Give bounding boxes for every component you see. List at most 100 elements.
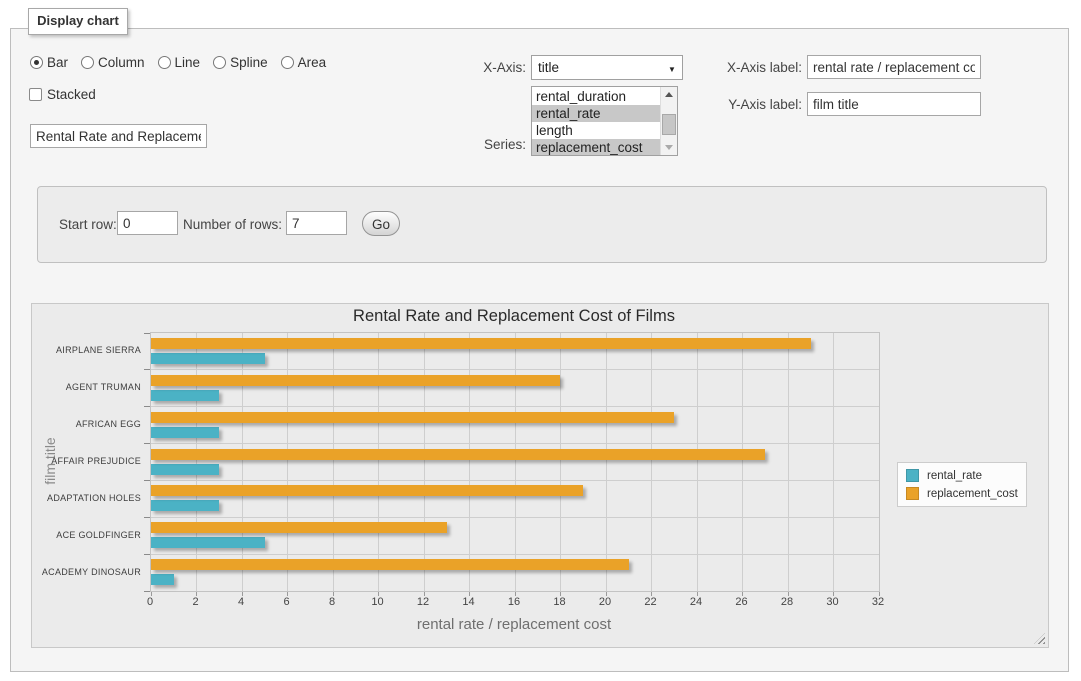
- scrollbar-thumb[interactable]: [662, 114, 676, 135]
- start-row-label: Start row:: [59, 217, 117, 232]
- x-tick-label: 16: [494, 596, 534, 608]
- series-option-rental_duration[interactable]: rental_duration: [532, 88, 660, 105]
- radio-label: Spline: [230, 55, 268, 70]
- legend-label: replacement_cost: [927, 488, 1018, 500]
- x-axis-label: X-Axis:: [440, 60, 526, 75]
- chart-title-input[interactable]: [30, 124, 207, 148]
- y-tick-mark: [144, 369, 150, 370]
- category-label: ACADEMY DINOSAUR: [32, 553, 141, 590]
- stacked-checkbox-row[interactable]: Stacked: [29, 87, 96, 102]
- bar-rental_rate: [151, 353, 265, 364]
- bar-replacement_cost: [151, 338, 811, 349]
- chart-container: Rental Rate and Replacement Cost of Film…: [31, 303, 1049, 648]
- x-tick-label: 28: [767, 596, 807, 608]
- gridline: [833, 333, 834, 591]
- x-tick-label: 10: [358, 596, 398, 608]
- chevron-down-icon: [662, 59, 682, 77]
- series-option-replacement_cost[interactable]: replacement_cost: [532, 139, 660, 156]
- gridline: [788, 333, 789, 591]
- radio-label: Area: [298, 55, 327, 70]
- plot-area: [150, 332, 880, 592]
- legend-item: replacement_cost: [906, 487, 1018, 500]
- category-label: AFFAIR PREJUDICE: [32, 443, 141, 480]
- radio-label: Line: [175, 55, 201, 70]
- x-tick-label: 0: [130, 596, 170, 608]
- gridline: [151, 480, 879, 481]
- category-label: AGENT TRUMAN: [32, 369, 141, 406]
- chart-type-option-spline[interactable]: Spline: [213, 55, 268, 70]
- x-tick-label: 4: [221, 596, 261, 608]
- gridline: [742, 333, 743, 591]
- category-labels: AIRPLANE SIERRAAGENT TRUMANAFRICAN EGGAF…: [32, 332, 141, 590]
- x-tick-label: 2: [176, 596, 216, 608]
- gridline: [697, 333, 698, 591]
- bar-replacement_cost: [151, 559, 629, 570]
- gridline: [151, 369, 879, 370]
- bar-rental_rate: [151, 500, 219, 511]
- radio-label: Bar: [47, 55, 68, 70]
- series-option-length[interactable]: length: [532, 122, 660, 139]
- y-axis-label-input[interactable]: [807, 92, 981, 116]
- x-tick-label: 24: [676, 596, 716, 608]
- chart-type-radios: Bar Column Line Spline Area: [30, 55, 326, 70]
- y-tick-mark: [144, 517, 150, 518]
- y-tick-mark: [144, 480, 150, 481]
- chart-type-option-column[interactable]: Column: [81, 55, 145, 70]
- gridline: [606, 333, 607, 591]
- category-label: AFRICAN EGG: [32, 406, 141, 443]
- gridline: [151, 517, 879, 518]
- fieldset-legend: Display chart: [28, 8, 128, 35]
- radio-icon[interactable]: [30, 56, 43, 69]
- stacked-checkbox[interactable]: [29, 88, 42, 101]
- x-axis-select-value: title: [532, 60, 662, 75]
- series-option-rental_rate[interactable]: rental_rate: [532, 105, 660, 122]
- gridline: [469, 333, 470, 591]
- bar-rental_rate: [151, 537, 265, 548]
- gridline: [151, 443, 879, 444]
- x-axis-label-field-label: X-Axis label:: [716, 60, 802, 75]
- row-range-panel: Start row: Number of rows: Go: [37, 186, 1047, 263]
- resize-handle-icon[interactable]: [1034, 633, 1045, 644]
- x-axis-label-input[interactable]: [807, 55, 981, 79]
- gridline: [424, 333, 425, 591]
- x-tick-label: 26: [722, 596, 762, 608]
- radio-icon[interactable]: [281, 56, 294, 69]
- bar-replacement_cost: [151, 412, 674, 423]
- series-label: Series:: [440, 137, 526, 152]
- x-tick-label: 8: [312, 596, 352, 608]
- gridline: [196, 333, 197, 591]
- scroll-down-icon[interactable]: [661, 140, 677, 155]
- bar-replacement_cost: [151, 522, 447, 533]
- bar-rental_rate: [151, 390, 219, 401]
- go-button[interactable]: Go: [362, 211, 400, 236]
- x-axis-title: rental rate / replacement cost: [150, 616, 878, 633]
- radio-icon[interactable]: [213, 56, 226, 69]
- radio-label: Column: [98, 55, 145, 70]
- scroll-up-icon[interactable]: [661, 87, 677, 102]
- radio-icon[interactable]: [81, 56, 94, 69]
- radio-icon[interactable]: [158, 56, 171, 69]
- series-scrollbar[interactable]: [660, 87, 677, 155]
- gridline: [378, 333, 379, 591]
- x-axis-select[interactable]: title: [531, 55, 683, 80]
- chart-type-option-area[interactable]: Area: [281, 55, 327, 70]
- gridline: [560, 333, 561, 591]
- legend-label: rental_rate: [927, 470, 982, 482]
- series-multiselect[interactable]: rental_durationrental_ratelengthreplacem…: [531, 86, 678, 156]
- chart-type-option-line[interactable]: Line: [158, 55, 201, 70]
- bar-replacement_cost: [151, 449, 765, 460]
- bar-replacement_cost: [151, 375, 560, 386]
- start-row-input[interactable]: [117, 211, 178, 235]
- num-rows-label: Number of rows:: [183, 217, 282, 232]
- num-rows-input[interactable]: [286, 211, 347, 235]
- chart-legend: rental_rate replacement_cost: [897, 462, 1027, 507]
- x-tick-label: 6: [267, 596, 307, 608]
- gridline: [151, 554, 879, 555]
- chart-type-option-bar[interactable]: Bar: [30, 55, 68, 70]
- x-tick-label: 22: [631, 596, 671, 608]
- gridline: [151, 406, 879, 407]
- y-tick-mark: [144, 591, 150, 592]
- x-tick-label: 32: [858, 596, 898, 608]
- gridline: [242, 333, 243, 591]
- x-tick-label: 14: [449, 596, 489, 608]
